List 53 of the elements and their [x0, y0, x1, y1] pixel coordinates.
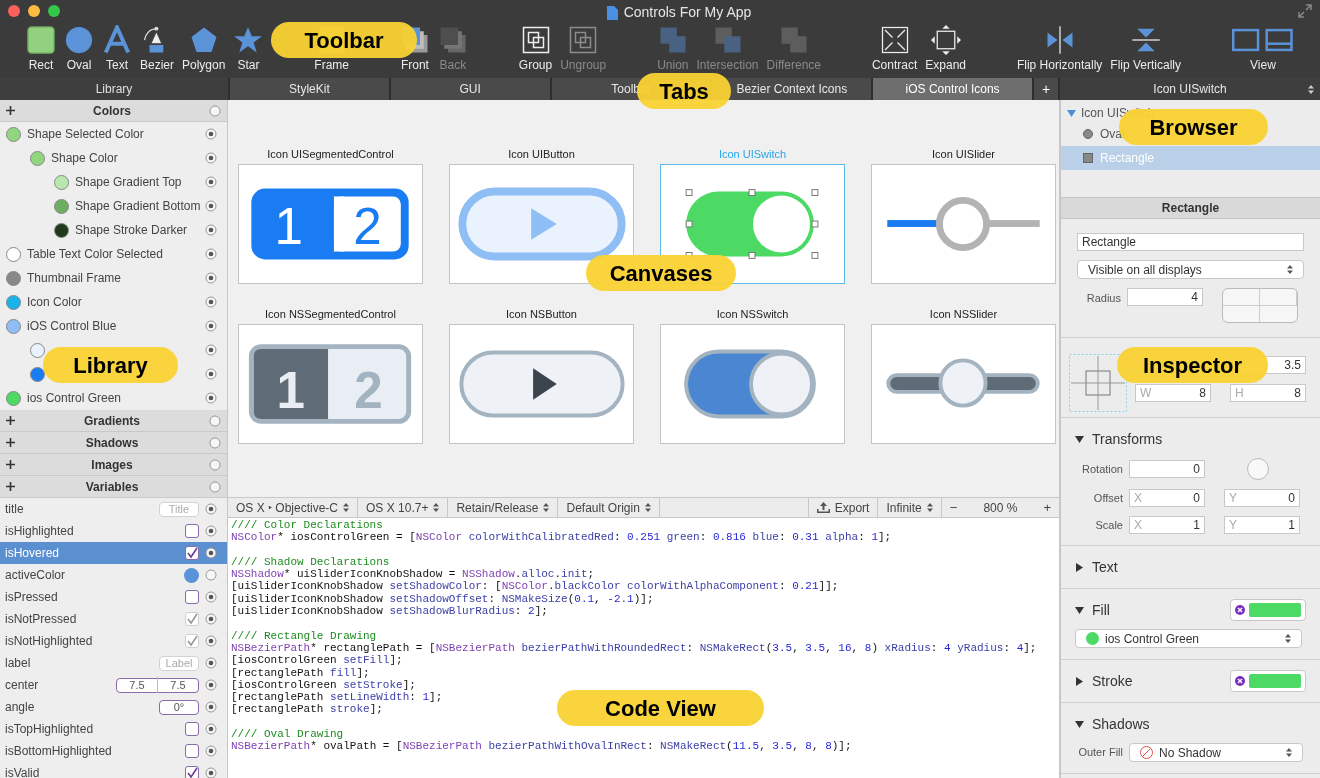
section-title: Gradients: [83, 412, 141, 430]
variable-name: angle: [5, 699, 36, 716]
annotation-tooltip: Toolbar: [271, 22, 417, 58]
code-line: //// Oval Drawing: [231, 728, 344, 741]
annotation-tooltip: Library: [43, 347, 178, 383]
code-line: [iosControlGreen setFill];: [231, 654, 403, 667]
variable-name: isHighlighted: [5, 523, 75, 540]
field-label: Radius: [1085, 291, 1122, 306]
segment-label: 1: [276, 361, 305, 419]
segment-label: 1: [274, 197, 303, 255]
code-line: [uiSliderIconKnobShadow setShadowBlurRadius: 2];: [231, 605, 548, 618]
variable-name: center: [5, 677, 40, 694]
variable-name: title: [5, 501, 25, 518]
variable-name: isTopHighlighted: [5, 721, 95, 738]
section-title: Colors: [92, 102, 132, 120]
code-line: NSBezierPath* rectanglePath = [NSBezierPath bezierPathWithRoundedRect: NSMakeRect(3.5, 3.5, 16, 8) xRadius: 4 yRadius: 4];: [231, 641, 1037, 655]
code-line: //// Shadow Declarations: [231, 555, 390, 569]
inspector-header: Rectangle: [1061, 197, 1320, 219]
variable-name: isHovered: [5, 545, 61, 562]
variable-name: activeColor: [5, 567, 67, 584]
code-line: //// Rectangle Drawing: [231, 629, 377, 642]
code-line: //// Color Declarations: [231, 519, 383, 532]
code-line: NSBezierPath* ovalPath = [NSBezierPath bezierPathWithOvalInRect: NSMakeRect(11.5, 3.5, 8, 8)];: [231, 740, 852, 753]
section-title: Images: [90, 456, 134, 474]
section-title: Shadows: [84, 434, 140, 452]
variable-name: isPressed: [5, 589, 59, 606]
field-label: Outer Fill: [1077, 745, 1124, 761]
field-label: Rotation: [1081, 461, 1124, 477]
segment-label: 2: [354, 361, 383, 419]
field-label: Offset: [1092, 490, 1124, 506]
code-line: [rectanglePath setLineWidth: 1];: [231, 691, 443, 704]
annotation-tooltip: Inspector: [1117, 347, 1268, 383]
zoom-level: 800 %: [982, 499, 1019, 517]
code-line: NSShadow* uiSliderIconKnobShadow = NSShadow.alloc.init;: [231, 568, 595, 581]
segment-label: 2: [353, 197, 382, 255]
variable-name: isNotPressed: [5, 611, 78, 628]
variable-name: isBottomHighlighted: [5, 743, 113, 760]
window-title: Controls For My App: [623, 3, 752, 22]
code-line: [uiSliderIconKnobShadow setShadowColor: [NSColor.blackColor colorWithAlphaComponent: 0.21]];: [231, 580, 839, 593]
code-line: [rectanglePath fill];: [231, 666, 370, 679]
code-line: [rectanglePath stroke];: [231, 703, 383, 716]
field-label: Scale: [1094, 517, 1124, 533]
annotation-tooltip: Code View: [557, 690, 764, 726]
code-line: [iosControlGreen setStroke];: [231, 678, 416, 692]
code-line: NSColor* iosControlGreen = [NSColor colorWithCalibratedRed: 0.251 green: 0.816 blue: 0.31 alpha: 1];: [231, 531, 892, 544]
code-line: [uiSliderIconKnobShadow setShadowOffset: NSMakeSize(0.1, -2.1)];: [231, 592, 654, 606]
annotation-tooltip: Canvases: [586, 255, 736, 291]
panel-header: Library: [0, 78, 228, 100]
panel-header: Icon UISwitch: [1060, 78, 1320, 100]
section-title: Variables: [84, 478, 140, 496]
variable-name: isNotHighlighted: [5, 633, 94, 650]
variable-name: isValid: [5, 765, 41, 778]
variable-name: label: [5, 655, 32, 672]
